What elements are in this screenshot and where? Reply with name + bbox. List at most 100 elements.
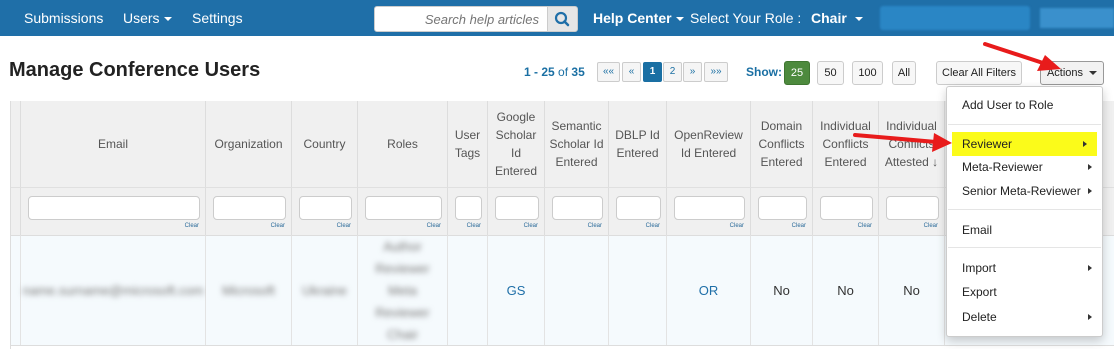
pager-page-1[interactable]: 1	[643, 62, 662, 82]
cell-google-scholar-link[interactable]: GS	[488, 235, 545, 345]
delete-label: Delete	[962, 310, 997, 324]
chevron-down-icon	[1089, 71, 1098, 76]
column-header-semantic-scholar[interactable]: Semantic Scholar Id Entered	[545, 101, 609, 187]
filter-cell-organization: Clear	[206, 187, 292, 235]
user-account-menu[interactable]	[880, 6, 1030, 30]
menu-item-export[interactable]: Export	[947, 280, 1102, 304]
cell-domain-conflicts: No	[751, 235, 813, 345]
filter-semantic-scholar-input[interactable]	[552, 196, 603, 220]
user-account-extra[interactable]	[1040, 8, 1114, 28]
filter-dblp-clear[interactable]: Clear	[646, 223, 660, 229]
filter-cell-roles: Clear	[358, 187, 448, 235]
cell-organization: Microsoft	[206, 235, 292, 345]
role-label: Chair	[811, 10, 847, 26]
column-header-dblp[interactable]: DBLP Id Entered	[609, 101, 667, 187]
column-header-openreview[interactable]: OpenReview Id Entered	[667, 101, 751, 187]
column-header-individual-conflicts[interactable]: Individual Conflicts Entered	[813, 101, 879, 187]
filter-organization-clear[interactable]: Clear	[271, 223, 285, 229]
pager-last-button[interactable]: »»	[704, 62, 728, 82]
column-header-google-scholar[interactable]: Google Scholar Id Entered	[488, 101, 545, 187]
filter-semantic-scholar-clear[interactable]: Clear	[588, 223, 602, 229]
filter-domain-conflicts-input[interactable]	[758, 196, 807, 220]
menu-divider	[948, 209, 1101, 210]
filter-user-tags-clear[interactable]: Clear	[467, 223, 481, 229]
column-header-organization[interactable]: Organization	[206, 101, 292, 187]
filter-roles-input[interactable]	[365, 196, 442, 220]
filter-google-scholar-input[interactable]	[495, 196, 539, 220]
nav-users[interactable]: Users	[123, 0, 172, 36]
filter-roles-clear[interactable]: Clear	[427, 223, 441, 229]
filter-email-input[interactable]	[28, 196, 200, 220]
filter-individual-conflicts-input[interactable]	[820, 196, 873, 220]
page-size-100[interactable]: 100	[852, 61, 883, 85]
menu-item-reviewer[interactable]: Reviewer	[952, 132, 1097, 156]
chevron-down-icon	[854, 17, 863, 22]
nav-submissions[interactable]: Submissions	[24, 0, 103, 36]
row-select-cell[interactable]	[11, 235, 21, 345]
search-input[interactable]	[374, 6, 548, 32]
clear-all-filters-button[interactable]: Clear All Filters	[936, 61, 1022, 85]
nav-settings[interactable]: Settings	[192, 0, 243, 36]
filter-openreview-clear[interactable]: Clear	[730, 223, 744, 229]
filter-organization-input[interactable]	[213, 196, 286, 220]
filter-user-tags-input[interactable]	[455, 196, 482, 220]
search-button[interactable]	[547, 6, 578, 32]
filter-cell-country: Clear	[292, 187, 358, 235]
menu-item-import[interactable]: Import	[947, 256, 1102, 280]
menu-divider	[948, 124, 1101, 125]
column-header-domain-conflicts[interactable]: Domain Conflicts Entered	[751, 101, 813, 187]
filter-google-scholar-clear[interactable]: Clear	[524, 223, 538, 229]
column-header-individual-attested[interactable]: Individual Conflicts Attested ↓	[879, 101, 945, 187]
filter-country-input[interactable]	[299, 196, 352, 220]
menu-item-add-user-to-role[interactable]: Add User to Role	[947, 93, 1102, 117]
filter-individual-attested-input[interactable]	[886, 196, 939, 220]
filter-country-clear[interactable]: Clear	[337, 223, 351, 229]
select-column-header[interactable]	[11, 101, 21, 187]
column-header-user-tags[interactable]: User Tags	[448, 101, 488, 187]
search-icon	[554, 11, 570, 27]
cell-semantic-scholar	[545, 235, 609, 345]
column-header-country[interactable]: Country	[292, 101, 358, 187]
pager-prev-button[interactable]: «	[622, 62, 641, 82]
filter-domain-conflicts-clear[interactable]: Clear	[792, 223, 806, 229]
pager-range: 1 - 25	[524, 65, 555, 79]
filter-cell-domain-conflicts: Clear	[751, 187, 813, 235]
top-navbar: Submissions Users Settings Help Center S…	[0, 0, 1114, 36]
cell-openreview-link[interactable]: OR	[667, 235, 751, 345]
filter-individual-conflicts-clear[interactable]: Clear	[858, 223, 872, 229]
meta-reviewer-label: Meta-Reviewer	[962, 160, 1043, 174]
pager-page-2[interactable]: 2	[663, 62, 682, 82]
cell-individual-conflicts: No	[813, 235, 879, 345]
column-header-roles[interactable]: Roles	[358, 101, 448, 187]
menu-item-email[interactable]: Email	[947, 218, 1102, 242]
column-header-email[interactable]: Email	[21, 101, 206, 187]
filter-openreview-input[interactable]	[674, 196, 745, 220]
cell-user-tags	[448, 235, 488, 345]
page-size-all[interactable]: All	[892, 61, 916, 85]
menu-item-senior-meta-reviewer[interactable]: Senior Meta-Reviewer	[947, 179, 1102, 203]
role-selector[interactable]: Chair	[811, 0, 863, 36]
filter-cell-email: Clear	[21, 187, 206, 235]
pager-first-button[interactable]: ««	[597, 62, 620, 82]
page-size-50[interactable]: 50	[817, 61, 844, 85]
filter-individual-attested-clear[interactable]: Clear	[924, 223, 938, 229]
organization-value: Microsoft	[222, 283, 275, 298]
chevron-right-icon	[1088, 188, 1092, 194]
filter-email-clear[interactable]: Clear	[185, 223, 199, 229]
pager-next-button[interactable]: »	[683, 62, 702, 82]
filter-dblp-input[interactable]	[616, 196, 661, 220]
actions-button[interactable]: Actions	[1040, 61, 1104, 85]
chevron-right-icon	[1083, 141, 1087, 147]
nav-help-center[interactable]: Help Center	[593, 0, 684, 36]
cell-dblp	[609, 235, 667, 345]
chevron-right-icon	[1088, 314, 1092, 320]
chevron-right-icon	[1088, 265, 1092, 271]
cell-email[interactable]: name.surname@microsoft.com	[21, 235, 206, 345]
filter-cell-semantic-scholar: Clear	[545, 187, 609, 235]
show-label: Show:	[746, 65, 782, 79]
page-size-25[interactable]: 25	[784, 61, 810, 85]
menu-item-meta-reviewer[interactable]: Meta-Reviewer	[947, 155, 1102, 179]
menu-item-delete[interactable]: Delete	[947, 305, 1102, 329]
filter-cell-openreview: Clear	[667, 187, 751, 235]
row-divider	[11, 345, 1114, 346]
